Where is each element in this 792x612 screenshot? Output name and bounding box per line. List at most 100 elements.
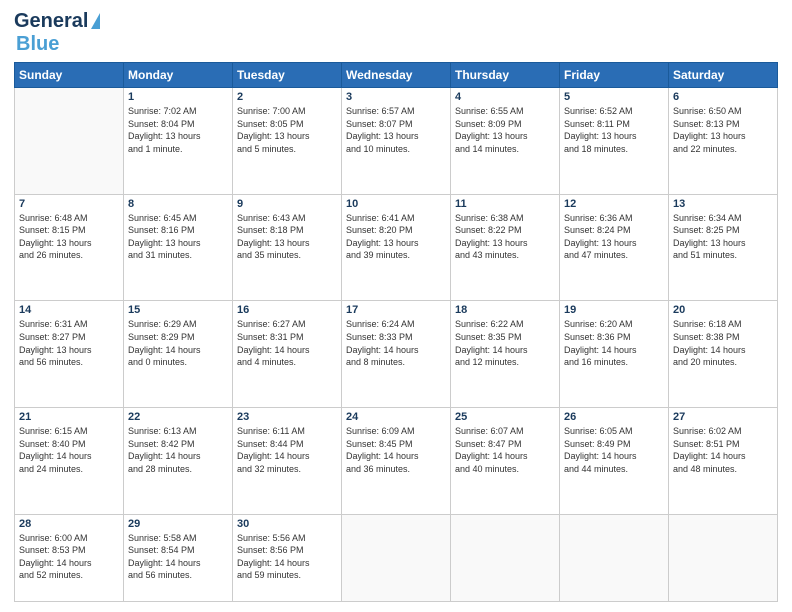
calendar-cell: 11Sunrise: 6:38 AMSunset: 8:22 PMDayligh… <box>451 194 560 301</box>
calendar-cell: 22 Sunrise: 6:13 AMSunset: 8:42 PMDayligh… <box>124 408 233 515</box>
weekday-header: Monday <box>124 63 233 88</box>
day-number: 23 <box>237 411 337 423</box>
header: General Blue <box>14 10 778 56</box>
day-info: Sunrise: 6:38 AMSunset: 8:22 PMDaylight:… <box>455 212 555 262</box>
calendar-cell: 19 Sunrise: 6:20 AMSunset: 8:36 PMDayligh… <box>560 301 669 408</box>
day-number: 28 <box>19 518 119 530</box>
day-number: 9 <box>237 198 337 210</box>
calendar-cell: 2 Sunrise: 7:00 AMSunset: 8:05 PMDaylight… <box>233 88 342 195</box>
day-info: Sunrise: 6:09 AMSunset: 8:45 PMDaylight:… <box>346 425 446 475</box>
day-number: 17 <box>346 304 446 316</box>
day-number: 1 <box>128 91 228 103</box>
day-info: Sunrise: 6:24 AMSunset: 8:33 PMDaylight:… <box>346 318 446 368</box>
day-number: 3 <box>346 91 446 103</box>
day-info: Sunrise: 6:29 AMSunset: 8:29 PMDaylight:… <box>128 318 228 368</box>
calendar-cell: 10Sunrise: 6:41 AMSunset: 8:20 PMDayligh… <box>342 194 451 301</box>
day-info: Sunrise: 6:50 AMSunset: 8:13 PMDaylight:… <box>673 105 773 155</box>
day-number: 19 <box>564 304 664 316</box>
day-info: Sunrise: 6:07 AMSunset: 8:47 PMDaylight:… <box>455 425 555 475</box>
day-number: 5 <box>564 91 664 103</box>
weekday-header: Sunday <box>15 63 124 88</box>
day-info: Sunrise: 5:56 AMSunset: 8:56 PMDaylight:… <box>237 532 337 582</box>
calendar-cell: 3 Sunrise: 6:57 AMSunset: 8:07 PMDaylight… <box>342 88 451 195</box>
calendar-cell: 16 Sunrise: 6:27 AMSunset: 8:31 PMDayligh… <box>233 301 342 408</box>
day-info: Sunrise: 6:15 AMSunset: 8:40 PMDaylight:… <box>19 425 119 475</box>
day-number: 18 <box>455 304 555 316</box>
day-number: 15 <box>128 304 228 316</box>
day-number: 30 <box>237 518 337 530</box>
day-number: 13 <box>673 198 773 210</box>
day-info: Sunrise: 6:13 AMSunset: 8:42 PMDaylight:… <box>128 425 228 475</box>
day-info: Sunrise: 6:43 AMSunset: 8:18 PMDaylight:… <box>237 212 337 262</box>
calendar-cell <box>669 514 778 601</box>
day-number: 27 <box>673 411 773 423</box>
weekday-header: Tuesday <box>233 63 342 88</box>
weekday-header: Wednesday <box>342 63 451 88</box>
day-info: Sunrise: 6:00 AMSunset: 8:53 PMDaylight:… <box>19 532 119 582</box>
day-info: Sunrise: 6:55 AMSunset: 8:09 PMDaylight:… <box>455 105 555 155</box>
calendar-cell: 13Sunrise: 6:34 AMSunset: 8:25 PMDayligh… <box>669 194 778 301</box>
day-number: 14 <box>19 304 119 316</box>
calendar-cell <box>15 88 124 195</box>
day-info: Sunrise: 6:18 AMSunset: 8:38 PMDaylight:… <box>673 318 773 368</box>
day-info: Sunrise: 6:05 AMSunset: 8:49 PMDaylight:… <box>564 425 664 475</box>
calendar-cell: 21 Sunrise: 6:15 AMSunset: 8:40 PMDayligh… <box>15 408 124 515</box>
calendar-cell: 25Sunrise: 6:07 AMSunset: 8:47 PMDayligh… <box>451 408 560 515</box>
day-number: 12 <box>564 198 664 210</box>
day-info: Sunrise: 6:45 AMSunset: 8:16 PMDaylight:… <box>128 212 228 262</box>
calendar-cell: 27 Sunrise: 6:02 AMSunset: 8:51 PMDayligh… <box>669 408 778 515</box>
day-number: 20 <box>673 304 773 316</box>
calendar-cell <box>451 514 560 601</box>
calendar-cell: 23 Sunrise: 6:11 AMSunset: 8:44 PMDayligh… <box>233 408 342 515</box>
logo-triangle-icon <box>91 13 100 29</box>
calendar-week-row: 7 Sunrise: 6:48 AMSunset: 8:15 PMDaylight… <box>15 194 778 301</box>
day-number: 16 <box>237 304 337 316</box>
calendar-cell: 26Sunrise: 6:05 AMSunset: 8:49 PMDayligh… <box>560 408 669 515</box>
day-number: 24 <box>346 411 446 423</box>
calendar-cell: 12 Sunrise: 6:36 AMSunset: 8:24 PMDayligh… <box>560 194 669 301</box>
calendar-cell: 24 Sunrise: 6:09 AMSunset: 8:45 PMDayligh… <box>342 408 451 515</box>
day-number: 7 <box>19 198 119 210</box>
calendar-cell <box>342 514 451 601</box>
calendar-week-row: 1 Sunrise: 7:02 AMSunset: 8:04 PMDaylight… <box>15 88 778 195</box>
day-number: 6 <box>673 91 773 103</box>
day-info: Sunrise: 7:02 AMSunset: 8:04 PMDaylight:… <box>128 105 228 155</box>
calendar-cell: 17 Sunrise: 6:24 AMSunset: 8:33 PMDayligh… <box>342 301 451 408</box>
day-info: Sunrise: 6:02 AMSunset: 8:51 PMDaylight:… <box>673 425 773 475</box>
day-info: Sunrise: 6:20 AMSunset: 8:36 PMDaylight:… <box>564 318 664 368</box>
logo-general: General <box>14 10 88 33</box>
weekday-header: Friday <box>560 63 669 88</box>
day-number: 22 <box>128 411 228 423</box>
day-number: 21 <box>19 411 119 423</box>
calendar-cell: 30 Sunrise: 5:56 AMSunset: 8:56 PMDayligh… <box>233 514 342 601</box>
day-info: Sunrise: 6:48 AMSunset: 8:15 PMDaylight:… <box>19 212 119 262</box>
day-number: 8 <box>128 198 228 210</box>
calendar-cell: 18 Sunrise: 6:22 AMSunset: 8:35 PMDayligh… <box>451 301 560 408</box>
day-info: Sunrise: 6:27 AMSunset: 8:31 PMDaylight:… <box>237 318 337 368</box>
day-number: 10 <box>346 198 446 210</box>
day-number: 2 <box>237 91 337 103</box>
calendar-cell <box>560 514 669 601</box>
calendar-week-row: 14 Sunrise: 6:31 AMSunset: 8:27 PMDayligh… <box>15 301 778 408</box>
day-info: Sunrise: 6:11 AMSunset: 8:44 PMDaylight:… <box>237 425 337 475</box>
day-number: 4 <box>455 91 555 103</box>
calendar-cell: 29Sunrise: 5:58 AMSunset: 8:54 PMDayligh… <box>124 514 233 601</box>
calendar-week-row: 21 Sunrise: 6:15 AMSunset: 8:40 PMDayligh… <box>15 408 778 515</box>
calendar-cell: 20 Sunrise: 6:18 AMSunset: 8:38 PMDayligh… <box>669 301 778 408</box>
day-info: Sunrise: 6:36 AMSunset: 8:24 PMDaylight:… <box>564 212 664 262</box>
calendar-cell: 28 Sunrise: 6:00 AMSunset: 8:53 PMDayligh… <box>15 514 124 601</box>
calendar-cell: 14 Sunrise: 6:31 AMSunset: 8:27 PMDayligh… <box>15 301 124 408</box>
day-info: Sunrise: 6:57 AMSunset: 8:07 PMDaylight:… <box>346 105 446 155</box>
day-info: Sunrise: 6:31 AMSunset: 8:27 PMDaylight:… <box>19 318 119 368</box>
weekday-header: Thursday <box>451 63 560 88</box>
day-info: Sunrise: 6:52 AMSunset: 8:11 PMDaylight:… <box>564 105 664 155</box>
calendar-cell: 7 Sunrise: 6:48 AMSunset: 8:15 PMDaylight… <box>15 194 124 301</box>
weekday-header: Saturday <box>669 63 778 88</box>
day-info: Sunrise: 7:00 AMSunset: 8:05 PMDaylight:… <box>237 105 337 155</box>
day-info: Sunrise: 6:22 AMSunset: 8:35 PMDaylight:… <box>455 318 555 368</box>
calendar-cell: 5 Sunrise: 6:52 AMSunset: 8:11 PMDaylight… <box>560 88 669 195</box>
calendar-header-row: SundayMondayTuesdayWednesdayThursdayFrid… <box>15 63 778 88</box>
calendar-cell: 6 Sunrise: 6:50 AMSunset: 8:13 PMDaylight… <box>669 88 778 195</box>
calendar-cell: 15 Sunrise: 6:29 AMSunset: 8:29 PMDayligh… <box>124 301 233 408</box>
calendar-table: SundayMondayTuesdayWednesdayThursdayFrid… <box>14 62 778 602</box>
